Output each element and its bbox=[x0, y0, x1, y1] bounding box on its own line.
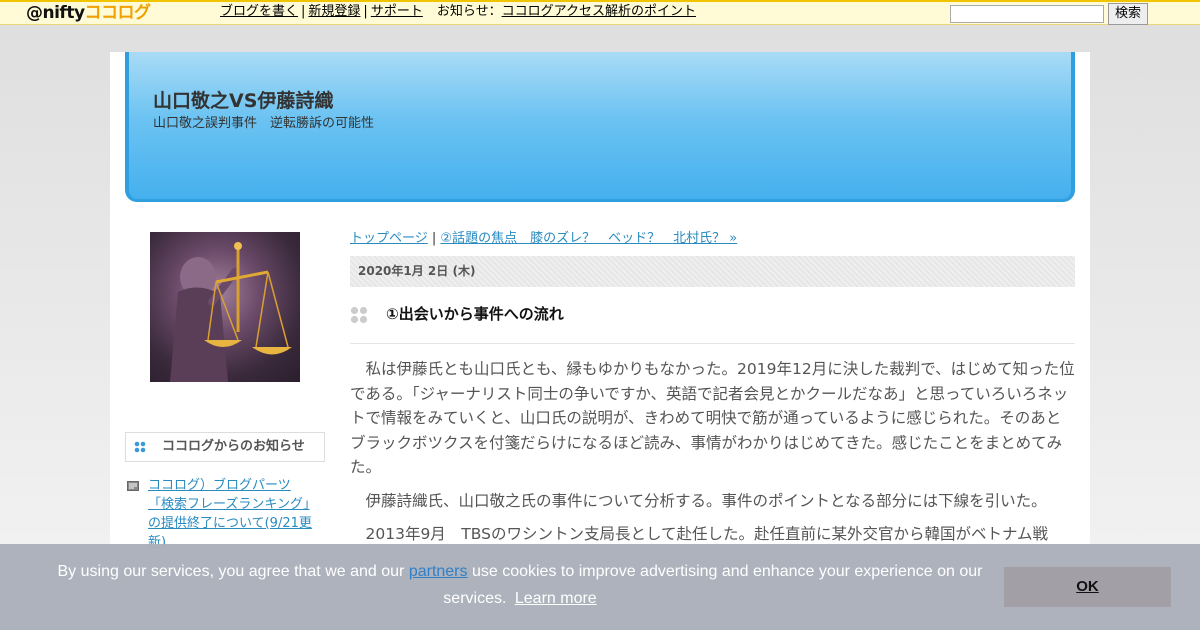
grey-clover-icon bbox=[350, 306, 368, 324]
post-title-text[interactable]: ①出会いから事件への流れ bbox=[386, 305, 564, 323]
news-link[interactable]: ココログアクセス解析のポイント bbox=[502, 4, 696, 19]
post-paragraph: 2013年9月 TBSのワシントン支局長として赴任した。赴任直前に某外交官から韓… bbox=[365, 525, 1049, 543]
logo-cocolog: ココログ bbox=[84, 3, 152, 23]
breadcrumb-next-post[interactable]: ②話題の焦点 膝のズレ？ ベッド？ 北村氏？ » bbox=[440, 231, 737, 246]
sidebar-box-title: ココログからのお知らせ bbox=[125, 432, 325, 462]
cookie-consent-banner: By using our services, you agree that we… bbox=[0, 544, 1200, 630]
post-body: 私は伊藤氏とも山口氏とも、縁もゆかりもなかった。2019年12月に決した裁判で、… bbox=[350, 357, 1075, 556]
sidebar-box-title-text: ココログからのお知らせ bbox=[162, 439, 305, 454]
sidebar-news-item: ココログ）ブログパーツ「検索フレーズランキング」の提供終了について(9/21更新… bbox=[125, 476, 325, 552]
post-title: ①出会いから事件への流れ bbox=[350, 302, 1075, 344]
post-paragraph: 伊藤詩織氏、山口敬之氏の事件について分析する。事件のポイントとなる部分には下線を… bbox=[365, 491, 1047, 510]
breadcrumb: トップページ | ②話題の焦点 膝のズレ？ ベッド？ 北村氏？ » bbox=[350, 227, 737, 246]
breadcrumb-home[interactable]: トップページ bbox=[350, 231, 428, 246]
nav-write-blog[interactable]: ブログを書く bbox=[220, 4, 298, 19]
post-date: 2020年1月 2日 (木) bbox=[350, 256, 1075, 287]
nav-support[interactable]: サポート bbox=[371, 4, 423, 19]
blue-clover-icon bbox=[134, 441, 146, 453]
profile-image-justice-statue bbox=[150, 232, 300, 382]
cookie-learn-more-link[interactable]: Learn more bbox=[515, 590, 597, 607]
search-button[interactable]: 検索 bbox=[1108, 3, 1148, 25]
nifty-coco-log-logo[interactable]: @niftyココログ bbox=[26, 2, 151, 24]
post-paragraph: 私は伊藤氏とも山口氏とも、縁もゆかりもなかった。2019年12月に決した裁判で、… bbox=[350, 360, 1075, 476]
cookie-ok-button[interactable]: OK bbox=[1004, 567, 1171, 607]
breadcrumb-separator: | bbox=[431, 231, 437, 246]
nav-separator: | bbox=[363, 4, 368, 19]
logo-nifty: @nifty bbox=[26, 3, 85, 23]
nav-register[interactable]: 新規登録 bbox=[308, 4, 360, 19]
cookie-partners-link[interactable]: partners bbox=[409, 563, 468, 580]
news-label: お知らせ bbox=[436, 4, 489, 19]
blog-title[interactable]: 山口敬之VS伊藤詩織 bbox=[153, 86, 333, 113]
top-navigation: ブログを書く | 新規登録 | サポート お知らせ：ココログアクセス解析のポイント bbox=[220, 2, 696, 24]
blog-subtitle: 山口敬之誤判事件 逆転勝訴の可能性 bbox=[153, 116, 375, 131]
nifty-top-bar: @niftyココログ ブログを書く | 新規登録 | サポート お知らせ：ココログアクセス… bbox=[0, 0, 1200, 25]
justice-statue-illustration bbox=[170, 242, 292, 382]
cookie-text-before: By using our services, you agree that we… bbox=[57, 563, 409, 580]
document-icon bbox=[127, 481, 139, 491]
cookie-message: By using our services, you agree that we… bbox=[40, 558, 1000, 612]
nav-separator: | bbox=[301, 4, 306, 19]
news-colon: ： bbox=[488, 4, 502, 19]
sidebar-news-link[interactable]: ココログ）ブログパーツ「検索フレーズランキング」の提供終了について(9/21更新… bbox=[148, 476, 313, 552]
blog-header-banner: 山口敬之VS伊藤詩織 山口敬之誤判事件 逆転勝訴の可能性 bbox=[125, 52, 1075, 202]
search-input[interactable] bbox=[950, 5, 1104, 23]
